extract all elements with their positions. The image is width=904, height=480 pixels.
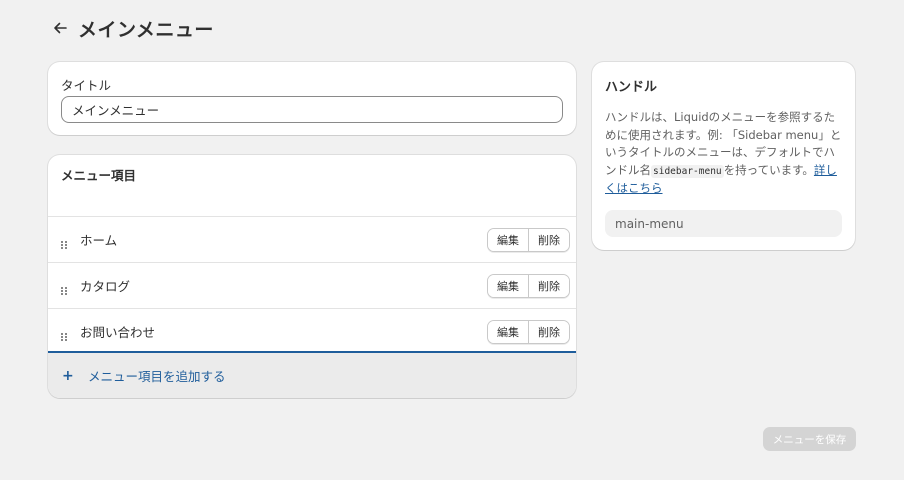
menu-item-label: カタログ (80, 279, 131, 294)
menu-items-heading: メニュー項目 (61, 168, 137, 183)
handle-card: ハンドル ハンドルは、Liquidのメニューを参照するために使用されます。例: … (592, 62, 855, 250)
save-menu-button[interactable]: メニューを保存 (763, 427, 856, 451)
menu-item-label: ホーム (80, 233, 118, 248)
handle-example-code: sidebar-menu (651, 164, 724, 178)
delete-button[interactable]: 削除 (528, 321, 569, 343)
page-title: メインメニュー (78, 18, 214, 41)
add-menu-item-button[interactable]: + メニュー項目を追加する (48, 351, 576, 398)
handle-desc-suffix: を持っています。 (723, 162, 814, 177)
drag-handle-icon[interactable] (60, 281, 68, 295)
add-menu-item-label: メニュー項目を追加する (88, 369, 226, 384)
delete-button[interactable]: 削除 (528, 275, 569, 297)
drag-handle-icon[interactable] (60, 235, 68, 249)
title-input[interactable] (61, 96, 563, 123)
menu-item-row: ホーム 編集 削除 (48, 216, 576, 262)
drag-handle-icon[interactable] (60, 327, 68, 341)
menu-item-label: お問い合わせ (80, 325, 156, 340)
handle-description: ハンドルは、Liquidのメニューを参照するために使用されます。例: 「Side… (605, 109, 845, 198)
plus-icon: + (62, 367, 74, 384)
menu-items-card: メニュー項目 ホーム 編集 削除 カタログ 編集 削除 お問い合わせ 編集 削除… (48, 155, 576, 398)
page-header: メインメニュー (52, 14, 214, 42)
arrow-left-icon[interactable] (52, 20, 68, 36)
menu-item-actions: 編集 削除 (487, 320, 570, 344)
delete-button[interactable]: 削除 (528, 229, 569, 251)
edit-button[interactable]: 編集 (488, 321, 528, 343)
edit-button[interactable]: 編集 (488, 229, 528, 251)
menu-item-row: お問い合わせ 編集 削除 (48, 308, 576, 354)
title-card: タイトル (48, 62, 576, 135)
edit-button[interactable]: 編集 (488, 275, 528, 297)
menu-item-actions: 編集 削除 (487, 274, 570, 298)
menu-item-row: カタログ 編集 削除 (48, 262, 576, 308)
title-field-label: タイトル (61, 78, 112, 93)
handle-input[interactable] (605, 210, 842, 237)
handle-title: ハンドル (605, 80, 658, 95)
menu-item-actions: 編集 削除 (487, 228, 570, 252)
